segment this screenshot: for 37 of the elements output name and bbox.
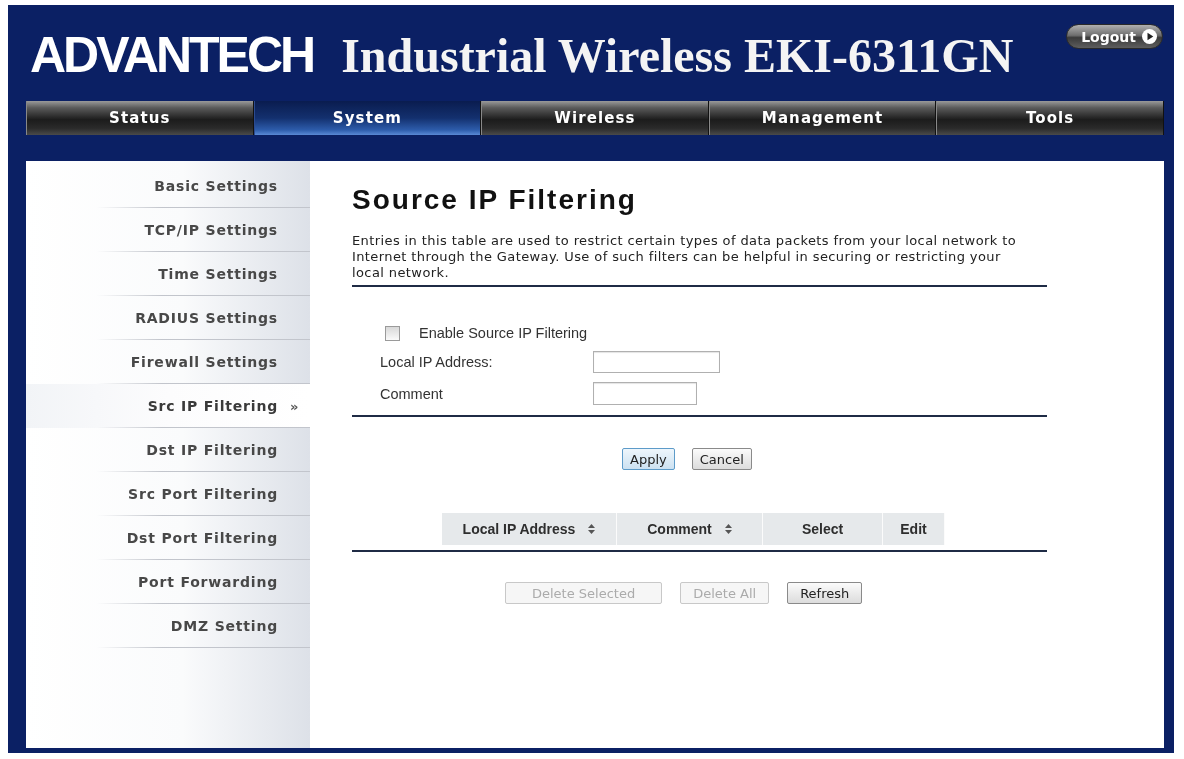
sidebar-item[interactable]: Dst Port Filtering	[26, 516, 310, 560]
nav-tab[interactable]: Management	[708, 101, 937, 135]
play-circle-icon	[1142, 29, 1157, 44]
list-button[interactable]: Refresh	[787, 582, 863, 604]
current-marker: »	[290, 398, 299, 414]
sidebar-item[interactable]: Port Forwarding	[26, 560, 310, 604]
checkbox[interactable]	[385, 325, 400, 341]
product-title: Industrial Wireless EKI-6311GN	[341, 32, 1014, 80]
nav-tab[interactable]: Status	[26, 101, 254, 135]
nav-tab[interactable]: System	[253, 101, 482, 135]
sidebar-item[interactable]: RADIUS Settings	[26, 296, 310, 340]
column-header[interactable]: Comment	[617, 513, 763, 545]
sidebar-item[interactable]: TCP/IP Settings	[26, 208, 310, 252]
sidebar-item[interactable]: Basic Settings	[26, 164, 310, 208]
form-button[interactable]: Apply	[622, 448, 675, 470]
field-label: Local IP Address:	[380, 354, 494, 370]
sidebar-item[interactable]: Dst IP Filtering	[26, 428, 310, 472]
sidebar-item[interactable]: Src Port Filtering	[26, 472, 310, 516]
sidebar-item[interactable]: DMZ Setting	[26, 604, 310, 648]
sidebar-item[interactable]: Time Settings	[26, 252, 310, 296]
form-button[interactable]: Cancel	[691, 448, 752, 470]
column-header[interactable]: Local IP Address	[442, 513, 617, 545]
sort-icon	[724, 524, 732, 534]
logout-button[interactable]: Logout	[1066, 24, 1163, 49]
nav-tab[interactable]: Wireless	[481, 101, 709, 135]
brand-logo: ADVANTECH	[30, 30, 314, 80]
checkbox-label: Enable Source IP Filtering	[419, 325, 588, 341]
page-title: Source IP Filtering	[352, 184, 638, 216]
column-header: Edit	[883, 513, 945, 545]
sort-icon	[588, 524, 596, 534]
sidebar-item[interactable]: Src IP Filtering »	[26, 384, 310, 428]
input-field[interactable]	[593, 351, 720, 373]
nav-tab[interactable]: Tools	[936, 101, 1164, 135]
page-description: Entries in this table are used to restrict certain types of data packets from your local network to Internet through the Gateway. Use of such filters can be helpful in securing or restricting your local network.	[352, 233, 1018, 281]
field-label: Comment	[380, 385, 444, 402]
input-field[interactable]	[593, 382, 697, 405]
column-header: Select	[763, 513, 883, 545]
